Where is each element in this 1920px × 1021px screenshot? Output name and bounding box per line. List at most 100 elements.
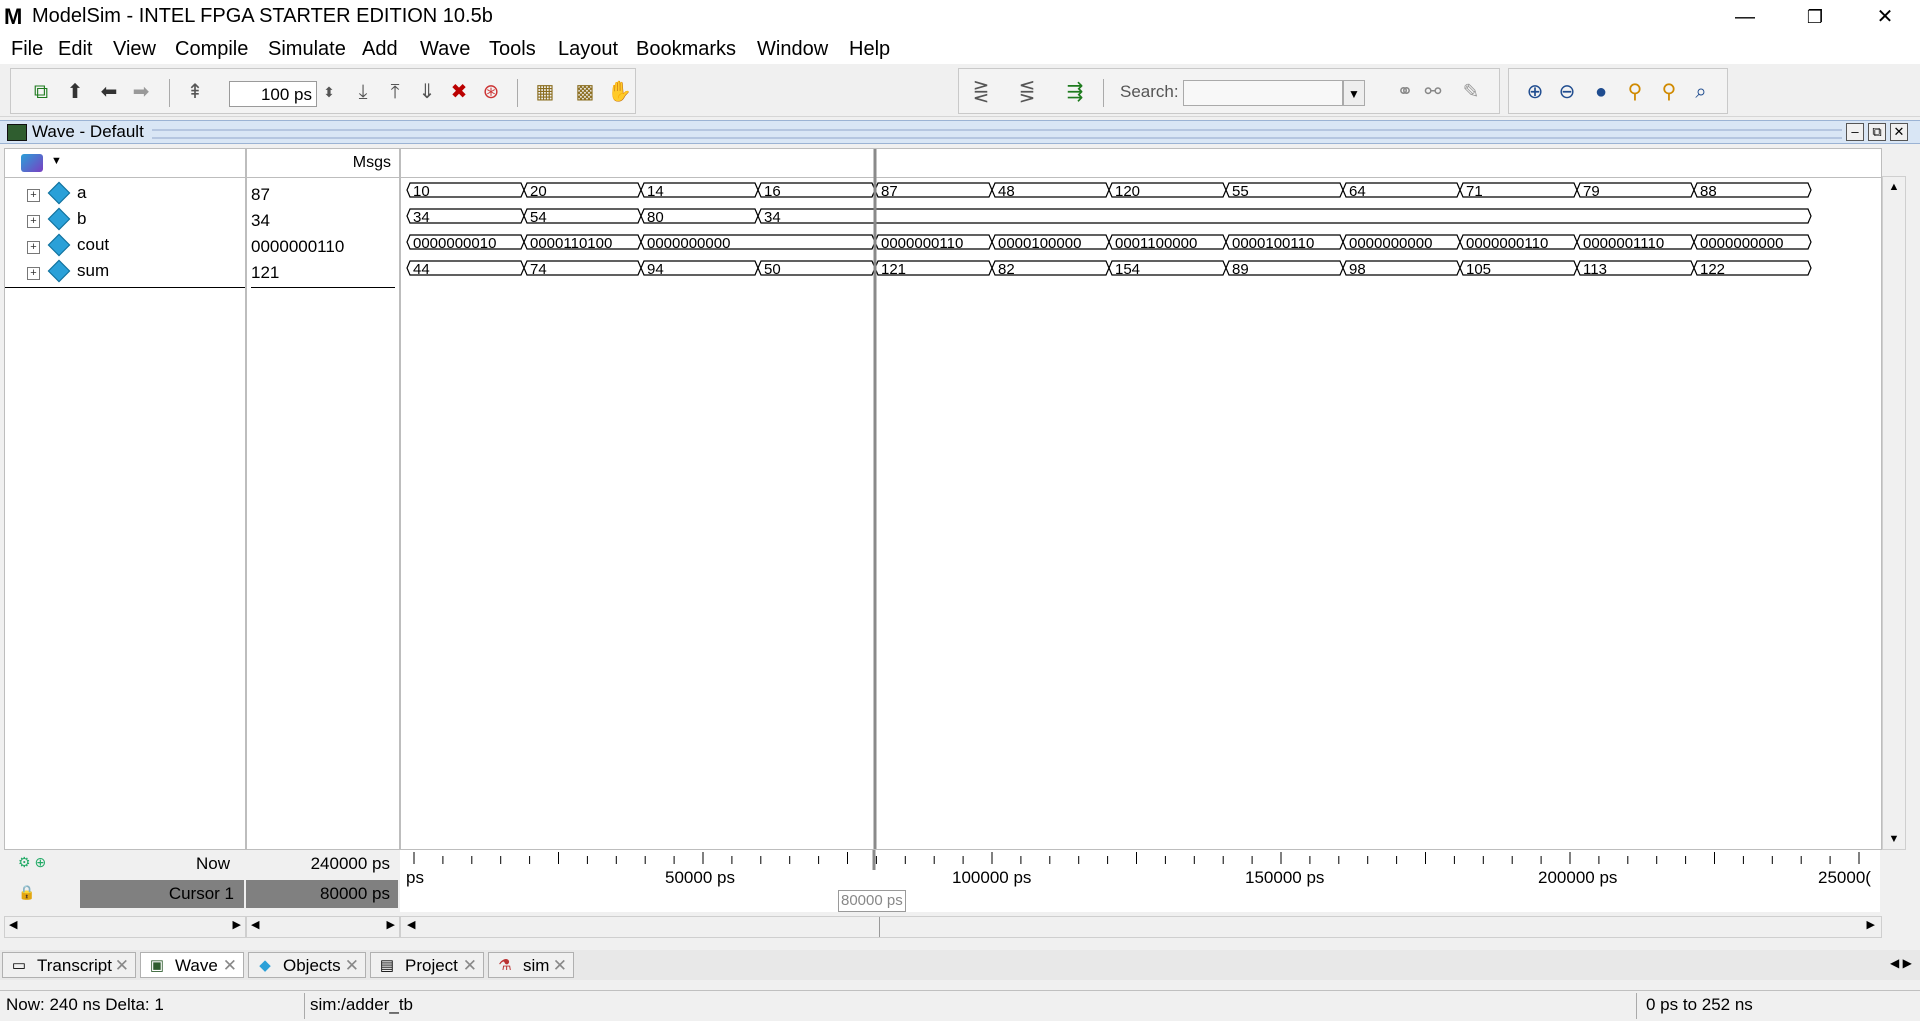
break-icon[interactable]: ✖ bbox=[447, 80, 471, 104]
zoom-full-icon[interactable]: ● bbox=[1589, 80, 1613, 104]
run-icon[interactable]: ⤓ bbox=[351, 80, 375, 104]
restart-icon[interactable]: ⧉ bbox=[29, 80, 53, 104]
run-length-input[interactable]: 100 ps bbox=[229, 81, 317, 107]
waveform-value-label: 44 bbox=[413, 261, 430, 278]
waveform-segment bbox=[757, 208, 1812, 224]
wave-undock-button[interactable]: ⧉ bbox=[1868, 123, 1886, 141]
menu-view[interactable]: View bbox=[113, 38, 156, 61]
signal-row-b[interactable]: + b bbox=[5, 207, 245, 235]
continue-run-icon[interactable]: ⤒ bbox=[383, 80, 407, 104]
close-icon[interactable]: ✕ bbox=[345, 953, 359, 979]
close-button[interactable]: ✕ bbox=[1850, 0, 1920, 34]
tab-sim[interactable]: ⚗ sim ✕ bbox=[488, 952, 574, 978]
names-horizontal-scrollbar[interactable]: ◀ ▶ bbox=[4, 916, 246, 938]
expand-icon[interactable]: + bbox=[27, 241, 40, 254]
tab-wave[interactable]: ▣ Wave ✕ bbox=[140, 952, 244, 978]
find-next-edge-icon[interactable]: ⋚ bbox=[1015, 80, 1039, 104]
waveform-value-label: 34 bbox=[413, 209, 430, 226]
menu-simulate[interactable]: Simulate bbox=[268, 38, 346, 61]
tab-scroll-icon[interactable]: ◀ ▶ bbox=[1890, 956, 1912, 970]
menu-help[interactable]: Help bbox=[849, 38, 890, 61]
menu-window[interactable]: Window bbox=[757, 38, 828, 61]
cursor-tools-icon[interactable]: ⚙ ⊕ bbox=[18, 854, 64, 874]
vertical-scrollbar[interactable]: ▲ ▼ bbox=[1882, 176, 1906, 850]
search-options-icon[interactable]: ⚯ bbox=[1421, 80, 1445, 104]
signal-row-cout[interactable]: + cout bbox=[5, 233, 245, 261]
cursor-row[interactable]: Cursor 1 bbox=[80, 880, 244, 908]
wave-close-button[interactable]: ✕ bbox=[1890, 123, 1908, 141]
cursor-marker-label[interactable]: 80000 ps bbox=[838, 890, 906, 912]
run-length-icon[interactable]: ⇞ bbox=[183, 80, 207, 104]
run-all-icon[interactable]: ⇓ bbox=[415, 80, 439, 104]
signal-diamond-icon bbox=[47, 233, 71, 257]
cursor-value: 80000 ps bbox=[320, 884, 390, 903]
zoom-out-icon[interactable]: ⊖ bbox=[1555, 80, 1579, 104]
zoom-in-icon[interactable]: ⊕ bbox=[1523, 80, 1547, 104]
search-binoculars-icon[interactable]: ⚭ bbox=[1393, 80, 1417, 104]
search-input[interactable] bbox=[1183, 80, 1343, 106]
up-arrow-icon[interactable]: ⬆ bbox=[63, 80, 87, 104]
scroll-down-icon[interactable]: ▼ bbox=[1883, 829, 1905, 849]
menu-bookmarks[interactable]: Bookmarks bbox=[636, 38, 736, 61]
zoom-last-icon[interactable]: ⌕ bbox=[1689, 80, 1713, 104]
signal-list-icon[interactable] bbox=[21, 154, 43, 172]
stop-icon[interactable]: ⊛ bbox=[479, 80, 503, 104]
cursor-value-row[interactable]: 80000 ps bbox=[246, 880, 398, 908]
scroll-right-icon[interactable]: ▶ bbox=[233, 918, 241, 931]
signal-row-sum[interactable]: + sum bbox=[5, 259, 245, 288]
menu-compile[interactable]: Compile bbox=[175, 38, 248, 61]
zoom-cursor-icon[interactable]: ⚲ bbox=[1623, 80, 1647, 104]
find-transition-icon[interactable]: ⇶ bbox=[1063, 80, 1087, 104]
values-horizontal-scrollbar[interactable]: ◀ ▶ bbox=[246, 916, 400, 938]
chevron-down-icon[interactable]: ▼ bbox=[51, 155, 62, 167]
close-icon[interactable]: ✕ bbox=[463, 953, 477, 979]
scroll-left-icon[interactable]: ◀ bbox=[9, 918, 17, 931]
timeline-ruler[interactable]: ps 50000 ps 100000 ps 150000 ps 200000 p… bbox=[400, 850, 1880, 912]
signal-row-a[interactable]: + a bbox=[5, 181, 245, 209]
close-icon[interactable]: ✕ bbox=[223, 953, 237, 979]
now-value: 240000 ps bbox=[310, 854, 390, 873]
signal-diamond-icon bbox=[47, 207, 71, 231]
back-arrow-icon[interactable]: ⬅ bbox=[97, 80, 121, 104]
expand-icon[interactable]: + bbox=[27, 189, 40, 202]
menu-edit[interactable]: Edit bbox=[58, 38, 92, 61]
waveform-value-label: 50 bbox=[764, 261, 781, 278]
close-icon[interactable]: ✕ bbox=[553, 953, 567, 979]
tab-transcript[interactable]: ▭ Transcript ✕ bbox=[2, 952, 136, 978]
expand-icon[interactable]: + bbox=[27, 267, 40, 280]
waveform-value-label: 0000110100 bbox=[530, 235, 612, 252]
status-now: Now: 240 ns Delta: 1 bbox=[6, 995, 164, 1014]
close-icon[interactable]: ✕ bbox=[115, 953, 129, 979]
menu-add[interactable]: Add bbox=[362, 38, 398, 61]
wave-horizontal-scrollbar[interactable]: ◀ ▶ bbox=[400, 916, 1882, 938]
waveform-value-label: 94 bbox=[647, 261, 664, 278]
menu-tools[interactable]: Tools bbox=[489, 38, 536, 61]
chevron-down-icon[interactable]: ▼ bbox=[1343, 80, 1365, 106]
menu-layout[interactable]: Layout bbox=[558, 38, 618, 61]
step-over-icon[interactable]: ▩ bbox=[573, 80, 597, 104]
find-previous-edge-icon[interactable]: ⋛ bbox=[969, 80, 993, 104]
cursor-lock-icon[interactable]: 🔒 bbox=[18, 884, 64, 904]
waveform-value-label: 0000000000 bbox=[1349, 235, 1432, 252]
forward-arrow-icon[interactable]: ➡ bbox=[129, 80, 153, 104]
wave-window-grip[interactable] bbox=[152, 129, 1842, 139]
zoom-between-cursors-icon[interactable]: ⚲ bbox=[1657, 80, 1681, 104]
minimize-button[interactable]: — bbox=[1710, 0, 1780, 34]
waveform-pane[interactable]: 10 20 14 16 87 48 120 55 64 71 79 88 34 54 80 34 0000000… bbox=[400, 148, 1882, 850]
menu-file[interactable]: File bbox=[11, 38, 43, 61]
restore-button[interactable]: ❐ bbox=[1780, 0, 1850, 34]
scroll-up-icon[interactable]: ▲ bbox=[1883, 177, 1905, 197]
run-length-stepper-icon[interactable]: ⬍ bbox=[317, 80, 341, 104]
scroll-right-icon[interactable]: ▶ bbox=[387, 918, 395, 931]
scroll-left-icon[interactable]: ◀ bbox=[407, 918, 415, 931]
expand-icon[interactable]: + bbox=[27, 215, 40, 228]
wave-minimize-button[interactable]: ‒ bbox=[1846, 123, 1864, 141]
tab-project[interactable]: ▤ Project ✕ bbox=[370, 952, 484, 978]
hand-icon[interactable]: ✋ bbox=[607, 80, 632, 104]
scroll-left-icon[interactable]: ◀ bbox=[251, 918, 259, 931]
tab-objects[interactable]: ◆ Objects ✕ bbox=[248, 952, 366, 978]
scroll-right-icon[interactable]: ▶ bbox=[1867, 918, 1875, 931]
menu-wave[interactable]: Wave bbox=[420, 38, 470, 61]
search-clear-icon[interactable]: ✎ bbox=[1459, 80, 1483, 104]
step-icon[interactable]: ▦ bbox=[533, 80, 557, 104]
